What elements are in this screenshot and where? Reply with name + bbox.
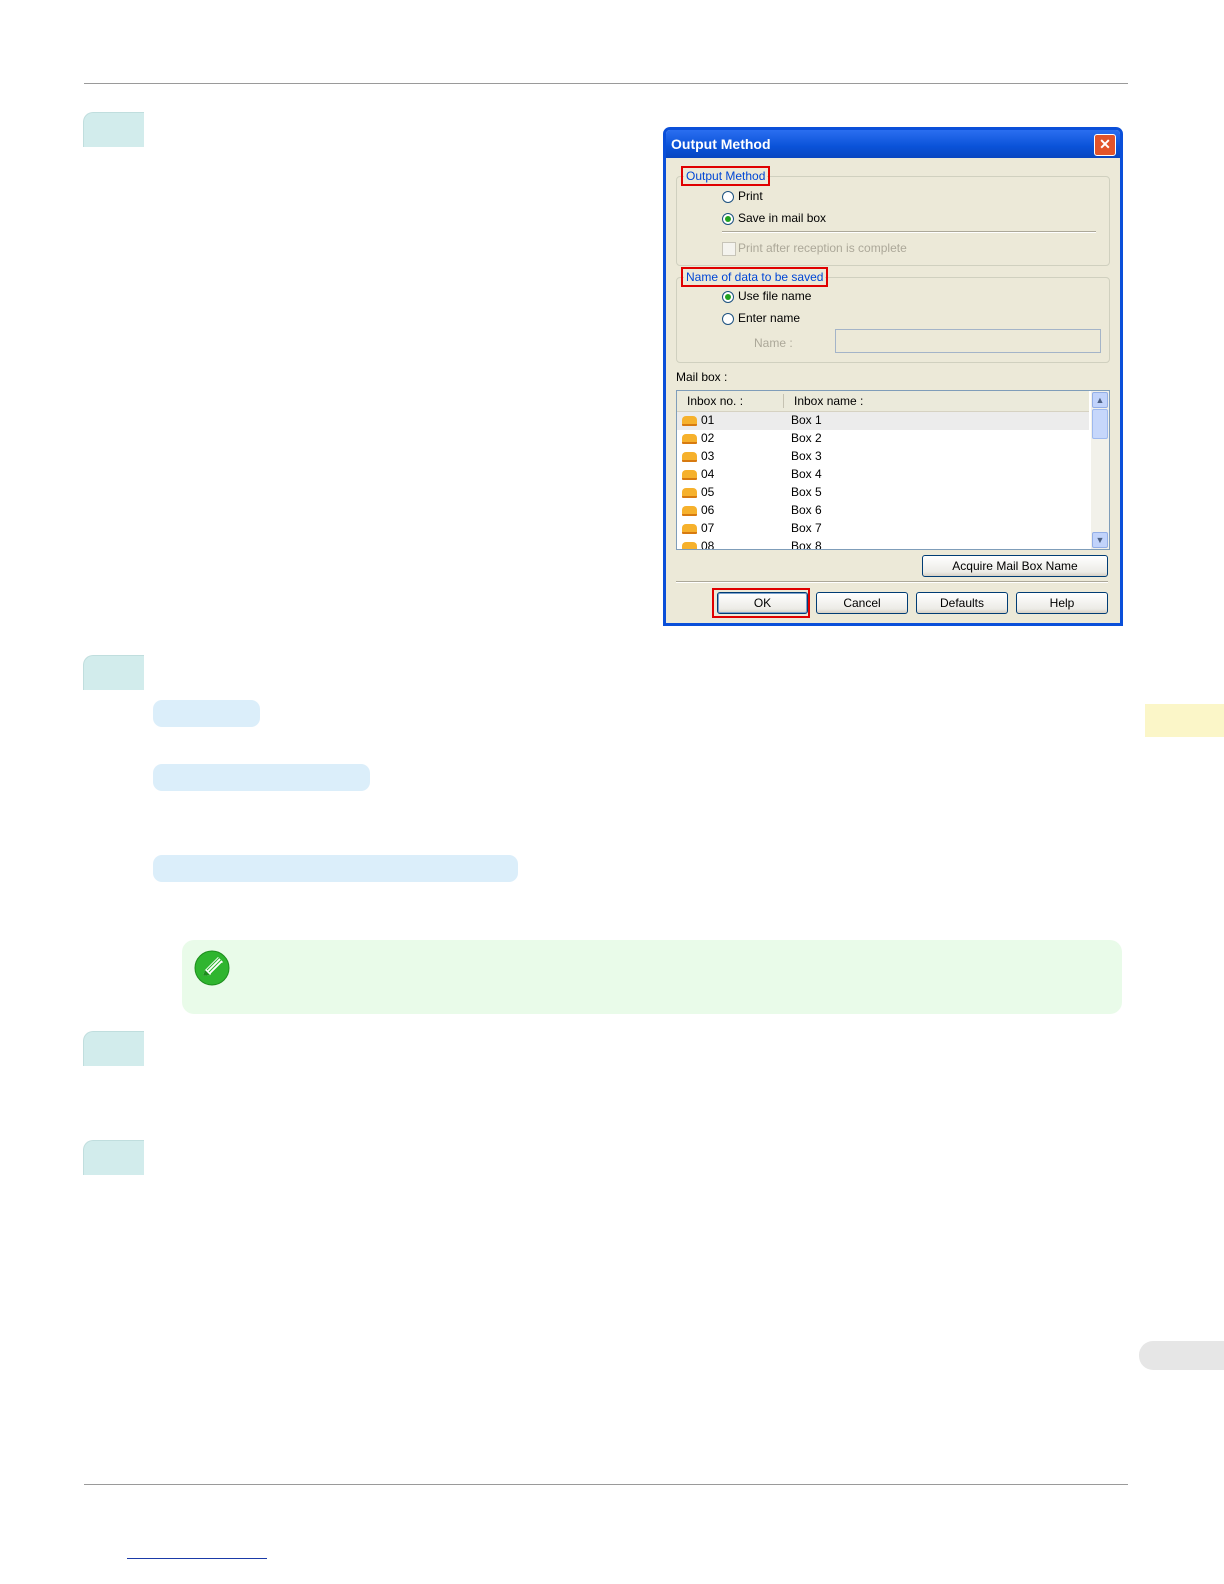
scroll-thumb[interactable]	[1092, 409, 1108, 439]
inbox-name: Box 3	[791, 449, 822, 463]
inbox-no: 02	[701, 431, 715, 445]
name-input[interactable]	[835, 329, 1101, 353]
output-method-dialog: Output Method ✕ Output Method Print Save…	[663, 127, 1123, 626]
button-row-separator	[676, 581, 1108, 583]
pencil-note-icon	[194, 950, 230, 986]
inbox-no: 07	[701, 521, 715, 535]
save-in-mailbox-radio[interactable]	[722, 213, 734, 225]
inbox-no: 03	[701, 449, 715, 463]
column-header-inbox-name[interactable]: Inbox name :	[794, 394, 863, 408]
inbox-no: 04	[701, 467, 715, 481]
index-tab	[1139, 1341, 1224, 1370]
ok-button[interactable]: OK	[717, 592, 808, 614]
mailbox-icon	[682, 416, 697, 426]
name-of-data-group-label: Name of data to be saved	[680, 267, 829, 287]
mailbox-list[interactable]: Inbox no. : Inbox name : 01 Box 1 02 Box…	[676, 390, 1110, 550]
list-item[interactable]: 03 Box 3	[677, 448, 1089, 466]
mailbox-icon	[682, 434, 697, 444]
mailbox-label: Mail box :	[676, 370, 728, 384]
highlight-bar	[153, 764, 370, 791]
list-item[interactable]: 02 Box 2	[677, 430, 1089, 448]
help-button[interactable]: Help	[1016, 592, 1108, 614]
inbox-no: 01	[701, 413, 715, 427]
print-radio-label[interactable]: Print	[738, 189, 763, 203]
inbox-name: Box 7	[791, 521, 822, 535]
step-badge	[83, 1140, 144, 1175]
list-scrollbar[interactable]: ▲ ▼	[1091, 391, 1109, 549]
list-item[interactable]: 06 Box 6	[677, 502, 1089, 520]
dialog-titlebar[interactable]: Output Method ✕	[666, 130, 1120, 158]
mailbox-icon	[682, 506, 697, 516]
scroll-up-icon[interactable]: ▲	[1092, 392, 1108, 408]
list-item[interactable]: 04 Box 4	[677, 466, 1089, 484]
list-item[interactable]: 07 Box 7	[677, 520, 1089, 538]
inbox-no: 08	[701, 539, 715, 550]
step-badge	[83, 655, 144, 690]
inbox-name: Box 5	[791, 485, 822, 499]
list-item[interactable]: 01 Box 1	[677, 412, 1089, 430]
dialog-title: Output Method	[671, 136, 771, 152]
mailbox-icon	[682, 470, 697, 480]
enter-name-radio[interactable]	[722, 313, 734, 325]
inbox-name: Box 4	[791, 467, 822, 481]
enter-name-label[interactable]: Enter name	[738, 311, 800, 325]
inbox-no: 05	[701, 485, 715, 499]
mailbox-icon	[682, 524, 697, 534]
group-separator	[722, 231, 1096, 233]
column-header-inbox-no[interactable]: Inbox no. :	[687, 394, 743, 408]
save-in-mailbox-label[interactable]: Save in mail box	[738, 211, 826, 225]
inbox-name: Box 8	[791, 539, 822, 550]
use-file-name-label[interactable]: Use file name	[738, 289, 811, 303]
list-item[interactable]: 08 Box 8	[677, 538, 1089, 550]
column-divider[interactable]	[783, 394, 784, 408]
chapter-tab	[1145, 704, 1224, 737]
inbox-name: Box 1	[791, 413, 822, 427]
output-method-group-label: Output Method	[680, 166, 771, 186]
footer-link[interactable]	[127, 1558, 267, 1559]
step-badge	[83, 112, 144, 147]
note-box	[182, 940, 1122, 1014]
close-icon[interactable]: ✕	[1094, 134, 1116, 156]
inbox-name: Box 6	[791, 503, 822, 517]
inbox-name: Box 2	[791, 431, 822, 445]
highlight-bar	[153, 855, 518, 882]
name-field-label: Name :	[754, 336, 793, 350]
step-badge	[83, 1031, 144, 1066]
acquire-mailbox-name-button[interactable]: Acquire Mail Box Name	[922, 555, 1108, 577]
header-rule	[84, 83, 1128, 84]
mailbox-icon	[682, 452, 697, 462]
defaults-button[interactable]: Defaults	[916, 592, 1008, 614]
mailbox-icon	[682, 488, 697, 498]
print-radio[interactable]	[722, 191, 734, 203]
list-item[interactable]: 05 Box 5	[677, 484, 1089, 502]
highlight-bar	[153, 700, 260, 727]
use-file-name-radio[interactable]	[722, 291, 734, 303]
mailbox-list-header: Inbox no. : Inbox name :	[677, 391, 1089, 412]
inbox-no: 06	[701, 503, 715, 517]
mailbox-icon	[682, 542, 697, 549]
cancel-button[interactable]: Cancel	[816, 592, 908, 614]
print-after-reception-label[interactable]: Print after reception is complete	[738, 241, 907, 255]
scroll-down-icon[interactable]: ▼	[1092, 532, 1108, 548]
footer-rule	[84, 1484, 1128, 1485]
print-after-reception-checkbox[interactable]	[722, 242, 736, 256]
